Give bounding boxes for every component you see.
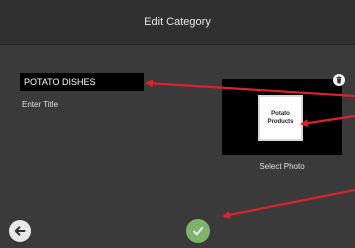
selected-photo-tile[interactable]: Potato Products [260,97,301,139]
select-photo-label[interactable]: Select Photo [222,162,342,171]
photo-tile-text: Potato Products [267,110,293,126]
arrow-left-icon [14,226,26,236]
page-title: Edit Category [144,16,211,28]
back-button[interactable] [9,220,31,242]
checkmark-icon [193,226,204,236]
header-bar: Edit Category [0,0,355,45]
trash-icon [336,76,342,84]
photo-tile-line-2: Products [267,119,294,125]
title-input[interactable] [20,73,144,91]
photo-tile-line-1: Potato [271,111,290,117]
title-field-label: Enter Title [22,100,59,109]
delete-photo-button[interactable] [333,74,345,86]
confirm-button[interactable] [186,219,210,243]
